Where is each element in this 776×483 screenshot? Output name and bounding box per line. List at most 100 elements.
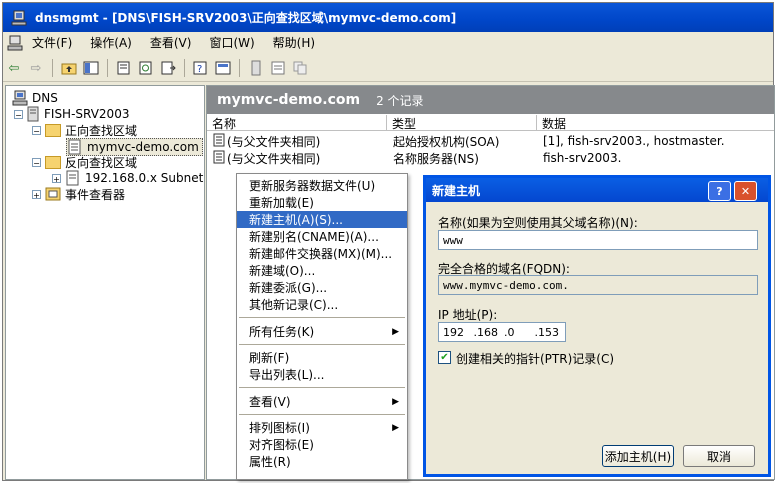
mmc-window: dnsmgmt - [DNS\FISH-SRV2003\正向查找区域\mymvc… xyxy=(2,2,775,481)
forward-arrow-icon[interactable]: ⇨ xyxy=(27,59,45,77)
menu-item-new-alias[interactable]: 新建别名(CNAME)(A)... xyxy=(237,228,407,245)
record-type: 名称服务器(NS) xyxy=(393,151,479,166)
dns-server-icon xyxy=(11,10,27,25)
host-name-input[interactable]: www xyxy=(438,230,758,250)
event-viewer-icon xyxy=(45,187,61,201)
record-icon xyxy=(213,133,225,150)
column-header-type[interactable]: 类型 xyxy=(387,115,537,131)
menu-item-new-mx[interactable]: 新建邮件交换器(MX)(M)... xyxy=(237,245,407,262)
collapse-icon[interactable]: − xyxy=(14,109,23,120)
ip-octet-2[interactable]: .168 xyxy=(474,326,505,339)
folder-icon xyxy=(45,123,61,137)
dialog-title: 新建主机 xyxy=(432,183,481,198)
help-icon[interactable]: ? xyxy=(192,59,210,77)
tree-label-server: FISH-SRV2003 xyxy=(44,107,130,121)
close-icon[interactable]: ✕ xyxy=(734,181,757,201)
name-label: 名称(如果为空则使用其父域名称)(N): xyxy=(438,216,638,230)
collapse-icon[interactable]: − xyxy=(32,157,41,168)
toolbar-separator xyxy=(239,59,240,77)
table-row[interactable]: (与父文件夹相同) 名称服务器(NS) fish-srv2003. xyxy=(207,150,774,166)
refresh-icon[interactable] xyxy=(137,59,155,77)
tree-label-reverse-zones: 反向查找区域 xyxy=(65,155,138,170)
tree-node-reverse-zones[interactable]: − 反向查找区域 xyxy=(32,154,137,170)
tree-node-forward-zones[interactable]: − 正向查找区域 xyxy=(32,122,137,138)
toolbar-separator xyxy=(107,59,108,77)
submenu-arrow-icon: ▶ xyxy=(392,422,399,433)
submenu-arrow-icon: ▶ xyxy=(392,396,399,407)
menu-item-line-up-icons[interactable]: 对齐图标(E) xyxy=(237,436,407,453)
menu-item-new-delegation[interactable]: 新建委派(G)... xyxy=(237,279,407,296)
column-header-data[interactable]: 数据 xyxy=(537,115,774,131)
add-host-button[interactable]: 添加主机(H) xyxy=(602,445,674,467)
console-menu-icon[interactable] xyxy=(7,35,23,51)
menu-item-all-tasks-label: 所有任务(K) xyxy=(249,325,315,339)
menu-item-view-label: 查看(V) xyxy=(249,395,291,409)
record-name: (与父文件夹相同) xyxy=(227,134,321,149)
tree-node-dns[interactable]: DNS xyxy=(12,90,58,106)
window-title: dnsmgmt - [DNS\FISH-SRV2003\正向查找区域\mymvc… xyxy=(35,11,457,25)
help-icon[interactable]: ? xyxy=(708,181,731,201)
list-icon[interactable] xyxy=(269,59,287,77)
record-name: (与父文件夹相同) xyxy=(227,151,321,166)
ip-octet-3[interactable]: .0 xyxy=(504,326,535,339)
menu-item-view[interactable]: 查看(V) ▶ xyxy=(237,393,407,410)
table-row[interactable]: (与父文件夹相同) 起始授权机构(SOA) [1], fish-srv2003.… xyxy=(207,133,774,149)
cancel-button[interactable]: 取消 xyxy=(683,445,755,467)
tree-label-event-viewer: 事件查看器 xyxy=(65,187,126,202)
tree-node-event-viewer[interactable]: + 事件查看器 xyxy=(32,186,125,202)
menu-item-arrange-icons[interactable]: 排列图标(I) ▶ xyxy=(237,419,407,436)
zone-title: mymvc-demo.com xyxy=(217,92,361,108)
ip-octet-4[interactable]: .153 xyxy=(535,326,566,339)
record-data: [1], fish-srv2003., hostmaster. xyxy=(543,134,725,148)
menu-item-properties[interactable]: 属性(R) xyxy=(237,453,407,470)
ip-address-input[interactable]: 192 .168 .0 .153 xyxy=(438,322,566,342)
copy-icon[interactable] xyxy=(291,59,309,77)
menu-item-other-records[interactable]: 其他新记录(C)... xyxy=(237,296,407,313)
menu-item-export-list[interactable]: 导出列表(L)... xyxy=(237,366,407,383)
record-data: fish-srv2003. xyxy=(543,151,622,165)
record-type: 起始授权机构(SOA) xyxy=(393,134,500,149)
menu-separator xyxy=(239,344,405,345)
tree-node-server[interactable]: − FISH-SRV2003 xyxy=(14,106,129,122)
menu-separator xyxy=(239,387,405,388)
up-folder-icon[interactable] xyxy=(60,59,78,77)
menu-action[interactable]: 操作(A) xyxy=(81,34,141,51)
menu-item-new-host[interactable]: 新建主机(A)(S)... xyxy=(237,211,407,228)
menu-item-refresh[interactable]: 刷新(F) xyxy=(237,349,407,366)
console-icon[interactable] xyxy=(214,59,232,77)
ptr-checkbox-label[interactable]: 创建相关的指针(PTR)记录(C) xyxy=(456,350,614,367)
menu-item-all-tasks[interactable]: 所有任务(K) ▶ xyxy=(237,323,407,340)
expand-icon[interactable]: + xyxy=(32,189,41,200)
menu-help[interactable]: 帮助(H) xyxy=(264,34,324,51)
zone-header: mymvc-demo.com 2 个记录 xyxy=(207,86,774,114)
column-header-name[interactable]: 名称 xyxy=(207,115,387,131)
menu-window[interactable]: 窗口(W) xyxy=(200,34,263,51)
server-icon xyxy=(27,106,39,122)
back-arrow-icon[interactable]: ⇦ xyxy=(5,59,23,77)
dialog-title-bar[interactable]: 新建主机 ? ✕ xyxy=(426,178,768,202)
menu-file[interactable]: 文件(F) xyxy=(23,34,81,51)
record-count: 2 个记录 xyxy=(376,93,424,108)
menu-item-new-domain[interactable]: 新建域(O)... xyxy=(237,262,407,279)
tree-label-forward-zones: 正向查找区域 xyxy=(65,123,138,138)
server-icon[interactable] xyxy=(247,59,265,77)
properties-icon[interactable] xyxy=(115,59,133,77)
menu-item-arrange-icons-label: 排列图标(I) xyxy=(249,421,310,435)
expand-icon[interactable]: + xyxy=(52,173,61,184)
menu-separator xyxy=(239,414,405,415)
show-tree-icon[interactable] xyxy=(82,59,100,77)
new-host-dialog: 新建主机 ? ✕ 名称(如果为空则使用其父域名称)(N): www 完全合格的域… xyxy=(423,175,771,477)
title-bar[interactable]: dnsmgmt - [DNS\FISH-SRV2003\正向查找区域\mymvc… xyxy=(3,3,773,32)
fqdn-field: www.mymvc-demo.com. xyxy=(438,275,758,295)
menu-view[interactable]: 查看(V) xyxy=(141,34,201,51)
menu-item-reload[interactable]: 重新加载(E) xyxy=(237,194,407,211)
dns-icon xyxy=(12,90,28,106)
menu-separator xyxy=(239,317,405,318)
collapse-icon[interactable]: − xyxy=(32,125,41,136)
ptr-checkbox[interactable]: ✔ xyxy=(438,351,451,364)
tree-label-reverse-subnet: 192.168.0.x Subnet xyxy=(85,171,204,185)
menu-item-update-data-file[interactable]: 更新服务器数据文件(U) xyxy=(237,177,407,194)
tree-node-reverse-subnet[interactable]: + 192.168.0.x Subnet xyxy=(52,170,203,186)
ip-octet-1[interactable]: 192 xyxy=(443,326,474,339)
export-list-icon[interactable] xyxy=(159,59,177,77)
